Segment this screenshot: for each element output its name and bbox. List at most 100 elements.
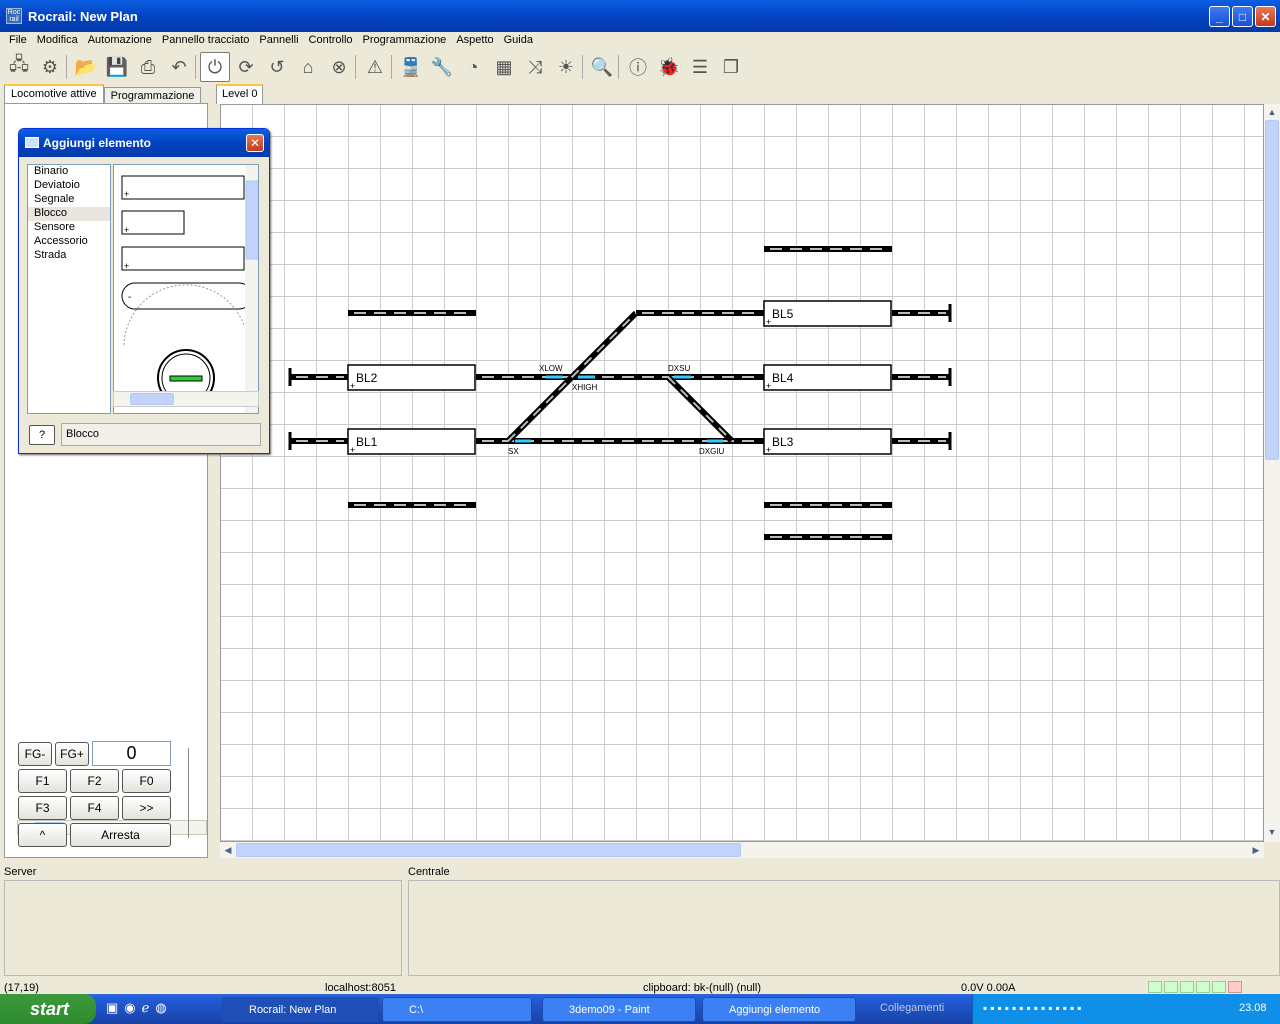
preview-scroll-thumb bbox=[245, 180, 258, 260]
info-icon[interactable]: ⓘ bbox=[623, 52, 653, 82]
menu-programmazione[interactable]: Programmazione bbox=[358, 34, 452, 46]
media-icon[interactable]: ◉ bbox=[124, 1000, 135, 1016]
toolbar-separator bbox=[66, 55, 70, 79]
menu-aspetto[interactable]: Aspetto bbox=[451, 34, 498, 46]
svg-text:+: + bbox=[124, 189, 129, 199]
preview-block-medium bbox=[121, 246, 245, 271]
rotate-icon[interactable]: ↺ bbox=[262, 52, 292, 82]
network-icon[interactable]: 🖧 bbox=[4, 52, 34, 82]
scroll-right-icon[interactable]: ▶ bbox=[1249, 843, 1263, 857]
speed-field[interactable]: 0 bbox=[92, 741, 171, 766]
menu-modifica[interactable]: Modifica bbox=[32, 34, 83, 46]
menu-pannello-tracciato[interactable]: Pannello tracciato bbox=[157, 34, 254, 46]
speed-slider[interactable] bbox=[188, 748, 196, 838]
block-label: BL1 bbox=[356, 435, 378, 449]
list-item-segnale[interactable]: Segnale bbox=[28, 193, 110, 207]
block-plus: + bbox=[766, 317, 771, 327]
train-icon[interactable]: 🚆 bbox=[396, 52, 426, 82]
toolbar-separator bbox=[582, 55, 586, 79]
task-paint[interactable]: 3demo09 - Paint bbox=[542, 997, 696, 1022]
list-item-accessorio[interactable]: Accessorio bbox=[28, 235, 110, 249]
ie-icon[interactable]: ℯ bbox=[142, 1000, 150, 1016]
menu-pannelli[interactable]: Pannelli bbox=[254, 34, 303, 46]
tab-locomotive-attive[interactable]: Locomotive attive bbox=[4, 84, 104, 104]
plan-vertical-scrollbar[interactable]: ▲ ▼ bbox=[1264, 104, 1280, 842]
list-item-sensore[interactable]: Sensore bbox=[28, 221, 110, 235]
up-button[interactable]: ^ bbox=[18, 823, 67, 847]
scroll-thumb[interactable] bbox=[236, 843, 741, 857]
toolbar-separator bbox=[195, 55, 199, 79]
chrome-icon[interactable]: ◍ bbox=[155, 1000, 166, 1016]
menu-controllo[interactable]: Controllo bbox=[304, 34, 358, 46]
bug-icon[interactable]: 🐞 bbox=[654, 52, 684, 82]
list-item-binario[interactable]: Binario bbox=[28, 165, 110, 179]
dialog-close-button[interactable]: ✕ bbox=[246, 134, 264, 152]
centrale-label: Centrale bbox=[408, 866, 450, 878]
fg-plus-button[interactable]: FG+ bbox=[55, 742, 89, 766]
desktop-icon[interactable]: ▣ bbox=[106, 1000, 118, 1016]
pages-icon[interactable]: ❐ bbox=[716, 52, 746, 82]
list-item-blocco[interactable]: Blocco bbox=[28, 207, 110, 221]
scroll-thumb[interactable] bbox=[130, 393, 174, 405]
task-rocrail[interactable]: Rocrail: New Plan bbox=[222, 997, 379, 1022]
maximize-button[interactable]: □ bbox=[1232, 6, 1253, 27]
scroll-thumb[interactable] bbox=[1265, 120, 1279, 460]
toolbar-separator bbox=[618, 55, 622, 79]
switch-label-xhigh: XHIGH bbox=[572, 383, 598, 392]
stop-icon[interactable]: ⊗ bbox=[324, 52, 354, 82]
start-label: start bbox=[30, 998, 70, 1019]
f1-button[interactable]: F1 bbox=[18, 769, 67, 793]
links-toolbar[interactable]: Collegamenti bbox=[880, 1002, 944, 1014]
plan-horizontal-scrollbar[interactable]: ◀ ▶ bbox=[220, 842, 1264, 858]
f4-button[interactable]: F4 bbox=[70, 796, 119, 820]
preview-hscrollbar[interactable] bbox=[113, 391, 259, 407]
grid-icon[interactable]: ▦ bbox=[489, 52, 519, 82]
open-folder-icon[interactable]: 📂 bbox=[71, 52, 101, 82]
refresh-icon[interactable]: ⟳ bbox=[231, 52, 261, 82]
wrench-icon[interactable]: 🔧 bbox=[427, 52, 457, 82]
task-cmd[interactable]: C:\ bbox=[382, 997, 532, 1022]
print-icon[interactable]: ⎙ bbox=[133, 52, 163, 82]
list-item-deviatoio[interactable]: Deviatoio bbox=[28, 179, 110, 193]
home-icon[interactable]: ⌂ bbox=[293, 52, 323, 82]
server-log[interactable] bbox=[4, 880, 402, 976]
switch-label-dxsu: DXSU bbox=[668, 364, 690, 373]
light-icon[interactable]: ☀ bbox=[551, 52, 581, 82]
scroll-up-icon[interactable]: ▲ bbox=[1265, 105, 1279, 119]
centrale-log[interactable] bbox=[408, 880, 1280, 976]
undo-icon[interactable]: ↶ bbox=[164, 52, 194, 82]
menu-guida[interactable]: Guida bbox=[499, 34, 538, 46]
tab-level-0[interactable]: Level 0 bbox=[216, 84, 264, 104]
f2-button[interactable]: F2 bbox=[70, 769, 119, 793]
fg-minus-button[interactable]: FG- bbox=[18, 742, 52, 766]
f3-button[interactable]: F3 bbox=[18, 796, 67, 820]
dialog-title: Aggiungi elemento bbox=[43, 136, 151, 150]
start-button[interactable]: start bbox=[0, 994, 96, 1024]
scroll-left-icon[interactable]: ◀ bbox=[221, 843, 235, 857]
minimize-button[interactable]: _ bbox=[1209, 6, 1230, 27]
shuffle-icon[interactable]: ⤨ bbox=[520, 52, 550, 82]
gear-icon[interactable]: ⚙ bbox=[35, 52, 65, 82]
tray-icons[interactable]: ▪▪▪▪▪▪▪▪▪▪▪▪▪▪ bbox=[983, 1001, 1085, 1015]
speedometer-icon[interactable]: ◔ bbox=[458, 52, 488, 82]
list-icon[interactable]: ☰ bbox=[685, 52, 715, 82]
element-type-list[interactable]: Binario Deviatoio Segnale Blocco Sensore… bbox=[27, 164, 111, 414]
scroll-down-icon[interactable]: ▼ bbox=[1265, 825, 1279, 839]
f0-button[interactable]: F0 bbox=[122, 769, 171, 793]
track-plan[interactable]: BL5 + BL2 + BL4 + BL1 + BL3 + XLOW XHIGH DXSU SX DXGI… bbox=[220, 104, 1264, 842]
help-button[interactable]: ? bbox=[29, 425, 55, 445]
zoom-icon[interactable]: 🔍 bbox=[587, 52, 617, 82]
element-preview[interactable]: + + + - bbox=[113, 164, 259, 414]
power-icon[interactable]: ⏻ bbox=[200, 52, 230, 82]
list-item-strada[interactable]: Strada bbox=[28, 249, 110, 263]
save-icon[interactable]: 💾 bbox=[102, 52, 132, 82]
warning-icon[interactable]: ⚠ bbox=[360, 52, 390, 82]
task-aggiungi-elemento[interactable]: Aggiungi elemento bbox=[702, 997, 856, 1022]
menu-automazione[interactable]: Automazione bbox=[83, 34, 157, 46]
left-tabs: Locomotive attive Programmazione bbox=[4, 84, 202, 104]
more-functions-button[interactable]: >> bbox=[122, 796, 171, 820]
menu-file[interactable]: File bbox=[4, 34, 32, 46]
arresta-button[interactable]: Arresta bbox=[70, 823, 171, 847]
tab-programmazione[interactable]: Programmazione bbox=[103, 87, 202, 104]
close-button[interactable]: ✕ bbox=[1255, 6, 1276, 27]
